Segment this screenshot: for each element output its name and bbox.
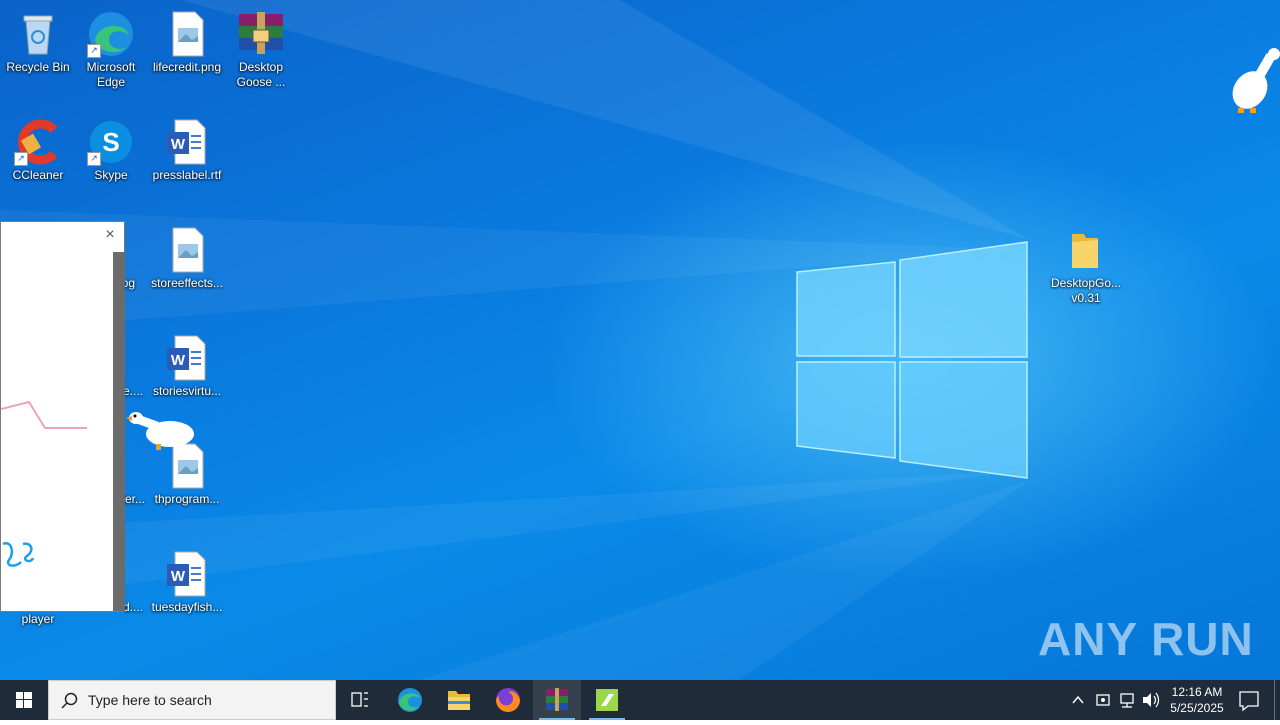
winrar-icon xyxy=(546,688,568,711)
goose-sprite[interactable] xyxy=(1228,44,1280,116)
desktop-icon-tuesdayfish[interactable]: W tuesdayfish... xyxy=(149,546,225,615)
icon-label: Recycle Bin xyxy=(6,60,70,74)
desktop-goose-icon xyxy=(596,689,618,711)
desktop-icon-ccleaner[interactable]: ↗ CCleaner xyxy=(0,114,76,183)
desktop-icon-storiesvirtu[interactable]: W storiesvirtu... xyxy=(149,330,225,399)
icon-label: Desktop Goose ... xyxy=(236,60,286,89)
winrar-archive-icon xyxy=(237,10,285,58)
clock-date: 5/25/2025 xyxy=(1170,701,1224,715)
goose-sprite[interactable] xyxy=(124,408,196,454)
desktop-icon-recycle-bin[interactable]: Recycle Bin xyxy=(0,6,76,75)
show-desktop-button[interactable] xyxy=(1274,680,1280,720)
volume-icon xyxy=(1143,692,1160,708)
svg-text:W: W xyxy=(171,352,186,369)
desktop-icon-desktop-goose-archive[interactable]: Desktop Goose ... xyxy=(223,6,299,90)
windows-logo-wallpaper xyxy=(796,241,1028,479)
clock-time: 12:16 AM xyxy=(1171,685,1223,699)
icon-label: thprogram... xyxy=(154,492,220,506)
firefox-icon xyxy=(496,688,520,712)
taskbar-search-box[interactable]: Type here to search xyxy=(48,680,336,720)
shortcut-arrow-icon: ↗ xyxy=(14,152,28,166)
icon-label: Skype xyxy=(94,168,128,182)
recycle-bin-icon xyxy=(14,10,62,58)
search-icon xyxy=(61,692,78,709)
desktop-icon-storeeffects[interactable]: storeeffects... xyxy=(149,222,225,291)
desktop: Recycle Bin ↗ Microsoft Edge lifecredit.… xyxy=(0,0,1280,680)
camera-icon xyxy=(1096,694,1110,706)
desktop-icon-presslabel-rtf[interactable]: W presslabel.rtf xyxy=(149,114,225,183)
task-view-icon xyxy=(351,692,368,707)
word-document-icon: W xyxy=(163,118,211,166)
taskbar-edge[interactable] xyxy=(386,680,434,720)
desktop-icon-microsoft-edge[interactable]: ↗ Microsoft Edge xyxy=(73,6,149,90)
task-view-button[interactable] xyxy=(336,680,384,720)
network-icon xyxy=(1120,693,1134,708)
word-document-icon: W xyxy=(163,334,211,382)
taskbar: Type here to search 12:16 AM 5/25/2025 xyxy=(0,680,1280,720)
image-file-icon xyxy=(163,226,211,274)
taskbar-clock[interactable]: 12:16 AM 5/25/2025 xyxy=(1160,684,1234,716)
taskbar-firefox[interactable] xyxy=(484,680,532,720)
notification-icon xyxy=(1239,691,1259,712)
taskbar-winrar[interactable] xyxy=(533,680,581,720)
icon-label: tuesdayfish... xyxy=(151,600,223,614)
desktop-icon-player[interactable]: player xyxy=(0,612,76,627)
svg-text:W: W xyxy=(171,136,186,153)
desktop-icon-lifecredit-png[interactable]: lifecredit.png xyxy=(149,6,225,75)
search-placeholder: Type here to search xyxy=(88,692,212,708)
shortcut-arrow-icon: ↗ xyxy=(87,152,101,166)
edge-icon xyxy=(398,688,422,712)
icon-label: CCleaner xyxy=(12,168,64,182)
taskbar-desktop-goose[interactable] xyxy=(583,680,631,720)
tray-network[interactable] xyxy=(1116,680,1138,720)
start-button[interactable] xyxy=(0,680,48,720)
svg-text:S: S xyxy=(102,127,119,157)
folder-icon xyxy=(1062,226,1110,274)
popup-window[interactable]: × xyxy=(0,221,125,612)
icon-label: Microsoft Edge xyxy=(86,60,136,89)
svg-text:W: W xyxy=(171,568,186,585)
icon-label: presslabel.rtf xyxy=(152,168,222,182)
icon-label: player xyxy=(21,612,55,626)
edge-icon: ↗ xyxy=(87,10,135,58)
ccleaner-icon: ↗ xyxy=(14,118,62,166)
icon-label: lifecredit.png xyxy=(152,60,222,74)
scrollbar[interactable] xyxy=(113,252,125,611)
tray-meet-now[interactable] xyxy=(1092,680,1114,720)
chevron-up-icon xyxy=(1072,695,1084,704)
desktop-icon-desktopgoose-folder[interactable]: DesktopGo... v0.31 xyxy=(1048,222,1124,306)
show-hidden-icons-button[interactable] xyxy=(1068,680,1088,720)
icon-label: storiesvirtu... xyxy=(152,384,221,398)
action-center-button[interactable] xyxy=(1234,680,1264,720)
image-file-icon xyxy=(163,10,211,58)
icon-label: DesktopGo... v0.31 xyxy=(1050,276,1122,305)
skype-icon: S ↗ xyxy=(87,118,135,166)
close-button[interactable]: × xyxy=(101,226,119,244)
taskbar-file-explorer[interactable] xyxy=(435,680,483,720)
shortcut-arrow-icon: ↗ xyxy=(87,44,101,58)
popup-drawing xyxy=(1,400,87,567)
windows-start-icon xyxy=(16,692,32,708)
desktop-icon-skype[interactable]: S ↗ Skype xyxy=(73,114,149,183)
icon-label: storeeffects... xyxy=(151,276,223,290)
folder-icon xyxy=(448,691,470,710)
tray-volume[interactable] xyxy=(1140,680,1162,720)
word-document-icon: W xyxy=(163,550,211,598)
anyrun-watermark: ANY RUN xyxy=(1038,613,1254,665)
